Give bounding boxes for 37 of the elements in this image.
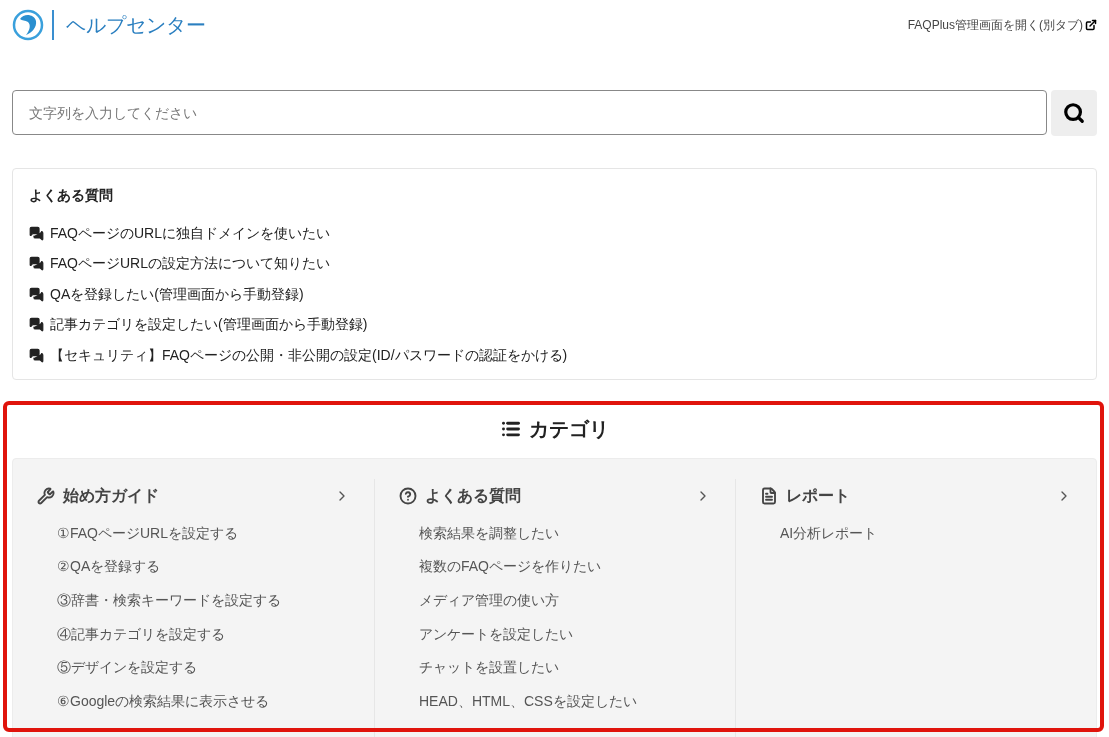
article-link[interactable]: HEAD、HTML、CSSを設定したい bbox=[419, 684, 637, 719]
article-link[interactable]: ⑤デザインを設定する bbox=[57, 650, 197, 685]
article-link[interactable]: ④記事カテゴリを設定する bbox=[57, 617, 225, 651]
external-link-icon bbox=[1085, 19, 1097, 31]
article-link[interactable]: ②QAを登録する bbox=[57, 550, 161, 584]
article-link[interactable]: ③辞書・検索キーワードを設定する bbox=[57, 583, 281, 618]
chat-bubbles-icon bbox=[29, 256, 44, 272]
search-icon bbox=[1063, 102, 1085, 124]
article-link[interactable]: 複数のFAQページを作りたい bbox=[419, 550, 601, 584]
article-link[interactable]: アンケートを設定したい bbox=[419, 617, 573, 651]
chat-bubbles-icon bbox=[29, 286, 44, 302]
admin-link[interactable]: FAQPlus管理画面を開く(別タブ) bbox=[907, 16, 1097, 34]
article-link[interactable]: メディア管理の使い方 bbox=[419, 583, 559, 618]
search-button[interactable] bbox=[1051, 90, 1097, 136]
chat-bubbles-icon bbox=[29, 317, 44, 333]
category-title-link[interactable]: よくある質問 bbox=[399, 478, 711, 513]
document-icon bbox=[760, 486, 778, 505]
tools-icon bbox=[37, 486, 55, 505]
popular-question-link[interactable]: FAQページURLの設定方法について知りたい bbox=[29, 248, 330, 279]
popular-question-link[interactable]: 記事カテゴリを設定したい(管理画面から手動登録) bbox=[29, 309, 368, 340]
faq-heading: よくある質問 bbox=[29, 186, 114, 205]
category-title-link[interactable]: 始め方ガイド bbox=[37, 478, 350, 513]
search-field[interactable]: 文字列を入力してください bbox=[12, 90, 1047, 135]
article-link[interactable]: AI分析レポート bbox=[780, 516, 878, 551]
category-title-link[interactable]: レポート bbox=[760, 478, 1072, 513]
popular-question-link[interactable]: FAQページのURLに独自ドメインを使いたい bbox=[29, 218, 330, 249]
question-icon bbox=[399, 486, 417, 505]
site-title: ヘルプセンター bbox=[66, 13, 206, 38]
article-link[interactable]: チャットを設置したい bbox=[419, 650, 559, 685]
article-link[interactable]: 検索結果を調整したい bbox=[419, 516, 559, 551]
article-link[interactable]: ①FAQページURLを設定する bbox=[57, 516, 238, 551]
chat-bubbles-icon bbox=[29, 225, 44, 241]
chat-bubbles-icon bbox=[29, 347, 44, 363]
article-link[interactable]: ⑥Googleの検索結果に表示させる bbox=[57, 684, 270, 719]
category-heading: カテゴリ bbox=[528, 416, 609, 442]
popular-question-link[interactable]: QAを登録したい(管理画面から手動登録) bbox=[29, 279, 304, 310]
popular-question-link[interactable]: 【セキュリティ】FAQページの公開・非公開の設定(ID/パスワードの認証をかける) bbox=[29, 340, 568, 371]
